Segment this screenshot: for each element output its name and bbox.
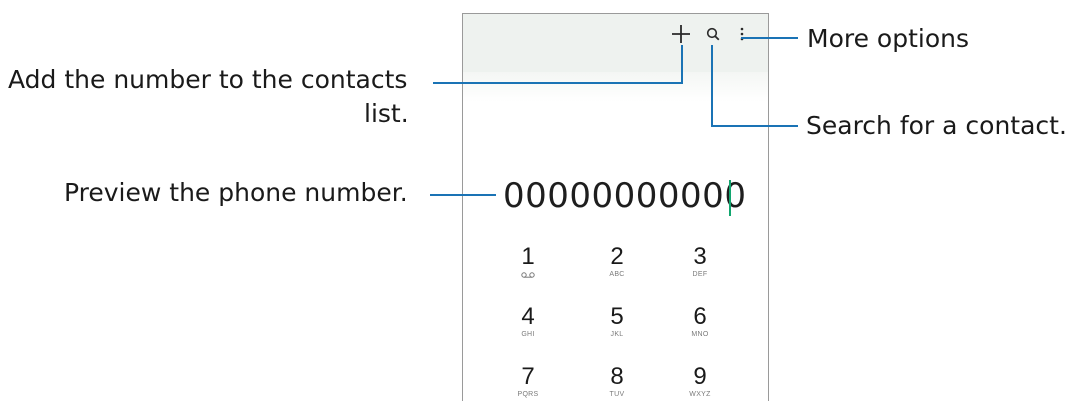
phone-screen: 00000000000 1 2 ABC 3 DEF 4 GHI 5 JKL 6 … — [462, 13, 769, 401]
key-digit: 2 — [610, 243, 624, 270]
plus-icon[interactable] — [671, 24, 691, 44]
keypad-key-6[interactable]: 6 MNO — [665, 304, 735, 360]
key-digit: 7 — [521, 363, 535, 390]
key-letters: TUV — [609, 391, 625, 398]
leader-search-vertical — [711, 45, 713, 127]
text-caret — [729, 180, 731, 216]
key-letters: PQRS — [517, 391, 539, 398]
keypad-key-1[interactable]: 1 — [493, 244, 563, 300]
key-letters: JKL — [610, 331, 624, 338]
callout-add-contact-line1: Add the number to the contacts — [8, 65, 408, 94]
key-digit: 5 — [610, 303, 624, 330]
key-letters: DEF — [692, 271, 708, 278]
app-bar — [463, 14, 768, 72]
leader-add-contact-horizontal — [433, 82, 683, 84]
leader-preview-number — [430, 194, 496, 196]
key-digit: 3 — [693, 243, 707, 270]
key-letters: MNO — [691, 331, 709, 338]
leader-search-horizontal — [711, 125, 798, 127]
voicemail-icon — [521, 272, 535, 278]
callout-preview-number: Preview the phone number. — [64, 178, 408, 207]
key-letters: WXYZ — [689, 391, 711, 398]
keypad-key-2[interactable]: 2 ABC — [582, 244, 652, 300]
callout-more-options: More options — [807, 24, 969, 53]
keypad-key-8[interactable]: 8 TUV — [582, 364, 652, 401]
keypad-key-5[interactable]: 5 JKL — [582, 304, 652, 360]
callout-search-contact: Search for a contact. — [806, 111, 1067, 140]
key-digit: 6 — [693, 303, 707, 330]
screenshot-stage: 00000000000 1 2 ABC 3 DEF 4 GHI 5 JKL 6 … — [0, 0, 1074, 401]
phone-number-text: 00000000000 — [503, 176, 747, 216]
key-digit: 4 — [521, 303, 535, 330]
keypad-key-3[interactable]: 3 DEF — [665, 244, 735, 300]
key-digit: 8 — [610, 363, 624, 390]
keypad-key-9[interactable]: 9 WXYZ — [665, 364, 735, 401]
search-icon[interactable] — [706, 27, 720, 41]
key-letters: ABC — [609, 271, 625, 278]
app-bar-fade — [463, 72, 768, 102]
key-digit: 9 — [693, 363, 707, 390]
key-letters: GHI — [521, 331, 535, 338]
leader-more-options — [741, 37, 798, 39]
key-digit: 1 — [521, 243, 535, 270]
keypad-key-7[interactable]: 7 PQRS — [493, 364, 563, 401]
leader-add-contact-vertical — [681, 45, 683, 84]
callout-add-contact-line2: list. — [364, 99, 409, 128]
keypad-key-4[interactable]: 4 GHI — [493, 304, 563, 360]
